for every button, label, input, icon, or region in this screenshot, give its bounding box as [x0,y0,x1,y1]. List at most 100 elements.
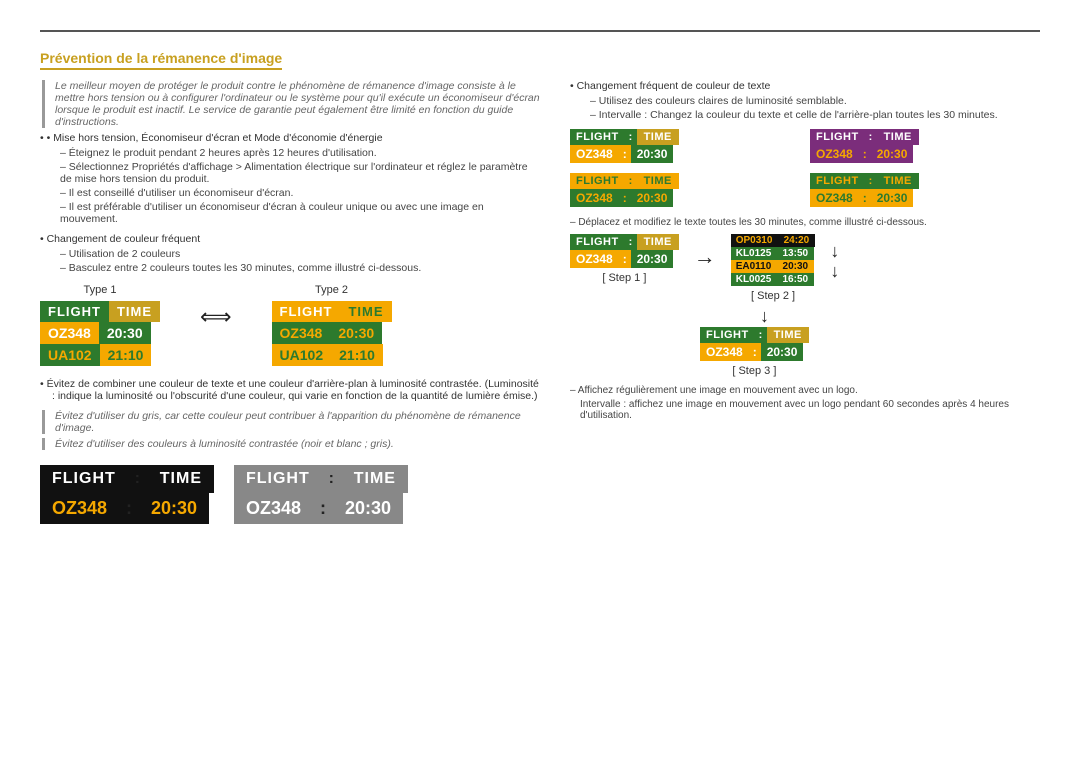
step1-r1c: : [619,250,631,268]
arrow-bidirectional: ⟺ [200,284,232,330]
sub-1-1: Éteignez le produit pendant 2 heures apr… [40,147,540,159]
final-note: – Affichez régulièrement une image en mo… [570,385,1040,396]
arrow-down-1: ↓ [830,242,839,262]
step-note: – Déplacez et modifiez le texte toutes l… [570,217,1040,228]
type1-h2: TIME [109,301,160,322]
step3-r2: 20:30 [761,343,804,361]
sb3-colon: : [625,173,637,189]
type2-row2: UA102 21:10 [272,344,392,366]
step2-block: OP0310 24:20 KL0125 13:50 EA0110 20:30 [731,234,816,302]
double-arrow-down: ↓ ↓ [830,242,839,282]
step1-board: FLIGHT : TIME OZ348 : 20:30 [570,234,679,268]
sb4-r2: 20:30 [871,189,914,207]
gb-r1c1: OZ348 [234,493,313,524]
black-board: FLIGHT : TIME OZ348 : 20:30 [40,465,214,524]
arrow-down-2: ↓ [830,262,839,282]
right-board-2: FLIGHT : TIME OZ348 : 20:30 [810,129,1040,163]
sb4-colon: : [865,173,877,189]
italic-note-2: Évitez d'utiliser des couleurs à luminos… [42,438,540,450]
sb2-h2: TIME [877,129,919,145]
step1-colon: : [625,234,637,250]
sb4-row1: OZ348 : 20:30 [810,189,1040,207]
sub-1-2: Sélectionnez Propriétés d'affichage > Al… [40,161,540,185]
final-note-2: Intervalle : affichez une image en mouve… [570,399,1040,421]
right-sub-1: Utilisez des couleurs claires de luminos… [570,95,1040,107]
bullet-section-2: • Changement de couleur fréquent Utilisa… [40,233,540,274]
step2-r1c1: OP0310 [731,234,778,247]
sb3-r1c: : [619,189,631,207]
steps-sequence: FLIGHT : TIME OZ348 : 20:30 [ Step 1 ] → [570,234,1040,302]
sb4-r1: OZ348 [810,189,859,207]
gray-board: FLIGHT : TIME OZ348 : 20:30 [234,465,408,524]
right-column: • Changement fréquent de couleur de text… [570,80,1040,524]
sb3-r2: 20:30 [631,189,674,207]
step3-label: [ Step 3 ] [732,365,776,377]
step3-container: ↓ FLIGHT : TIME OZ348 : 20:30 [700,306,1040,377]
type2-row1: OZ348 20:30 [272,322,392,344]
gb-h1: FLIGHT [234,465,322,493]
page-container: Prévention de la rémanence d'image Le me… [0,0,1080,544]
bullet-title-3: • Évitez de combiner une couleur de text… [40,378,540,402]
step3-colon: : [755,327,767,343]
sb1-header: FLIGHT : TIME [570,129,800,145]
sub-2-2: Basculez entre 2 couleurs toutes les 30 … [40,262,540,274]
type2-block: Type 2 FLIGHT TIME OZ348 20:30 UA102 21: [272,284,392,366]
step1-h2: TIME [637,234,679,250]
sb2-colon: : [865,129,877,145]
step2-scroll-board: OP0310 24:20 KL0125 13:50 EA0110 20:30 [731,234,816,286]
right-board-1: FLIGHT : TIME OZ348 : 20:30 [570,129,800,163]
sb1-h1: FLIGHT [570,129,625,145]
sub-1-3: Il est conseillé d'utiliser un économise… [40,187,540,199]
sb2-r1: OZ348 [810,145,859,163]
left-column: Le meilleur moyen de protéger le produit… [40,80,540,524]
step2-r2c2: 13:50 [776,247,814,260]
black-board-row1: OZ348 : 20:30 [40,493,214,524]
step1-label: [ Step 1 ] [602,272,646,284]
right-board-3: FLIGHT : TIME OZ348 : 20:30 [570,173,800,207]
intro-text: Le meilleur moyen de protéger le produit… [42,80,540,128]
type2-label: Type 2 [315,284,348,296]
sb1-r2: 20:30 [631,145,674,163]
step3-r1c: : [749,343,761,361]
type2-h2: TIME [340,301,391,322]
step2-r3c2: 20:30 [776,260,814,273]
type2-r2c1: UA102 [272,344,332,366]
type-boards-row: Type 1 FLIGHT TIME OZ348 20:30 UA102 21: [40,284,540,366]
sb3-h2: TIME [637,173,679,189]
step1-r1: OZ348 [570,250,619,268]
black-board-header: FLIGHT : TIME [40,465,214,493]
sb2-header: FLIGHT : TIME [810,129,1040,145]
step3-header: FLIGHT : TIME [700,327,809,343]
bb-r1colon: : [119,493,139,524]
sb1-r1: OZ348 [570,145,619,163]
bullet-section-3: • Évitez de combiner une couleur de text… [40,378,540,402]
right-sub-2: Intervalle : Changez la couleur du texte… [570,109,1040,121]
sb1-h2: TIME [637,129,679,145]
step2-row1: OP0310 24:20 [731,234,816,247]
top-divider [40,30,1040,32]
step3-r1: OZ348 [700,343,749,361]
step1-h1: FLIGHT [570,234,625,250]
type2-r2c2: 21:10 [331,344,383,366]
step2-row4: KL0025 16:50 [731,273,816,286]
sb4-r1c: : [859,189,871,207]
right-bullet-1: • Changement fréquent de couleur de text… [570,80,1040,121]
sb4-header: FLIGHT : TIME [810,173,1040,189]
gb-r1c2: 20:30 [333,493,403,524]
sb1-r1c: : [619,145,631,163]
sb3-r1: OZ348 [570,189,619,207]
sub-2-1: Utilisation de 2 couleurs [40,248,540,260]
sb1-colon: : [625,129,637,145]
sb2-r2: 20:30 [871,145,914,163]
gray-board-header: FLIGHT : TIME [234,465,408,493]
step1-row1: OZ348 : 20:30 [570,250,679,268]
step1-block: FLIGHT : TIME OZ348 : 20:30 [ Step 1 ] [570,234,679,284]
sb3: FLIGHT : TIME OZ348 : 20:30 [570,173,800,207]
type1-r1c2: 20:30 [99,322,151,344]
step3-row1: OZ348 : 20:30 [700,343,809,361]
sb2: FLIGHT : TIME OZ348 : 20:30 [810,129,1040,163]
bb-colon: : [128,465,148,493]
sb2-row1: OZ348 : 20:30 [810,145,1040,163]
step2-row3: EA0110 20:30 [731,260,816,273]
type2-board: FLIGHT TIME OZ348 20:30 UA102 21:10 [272,301,392,366]
